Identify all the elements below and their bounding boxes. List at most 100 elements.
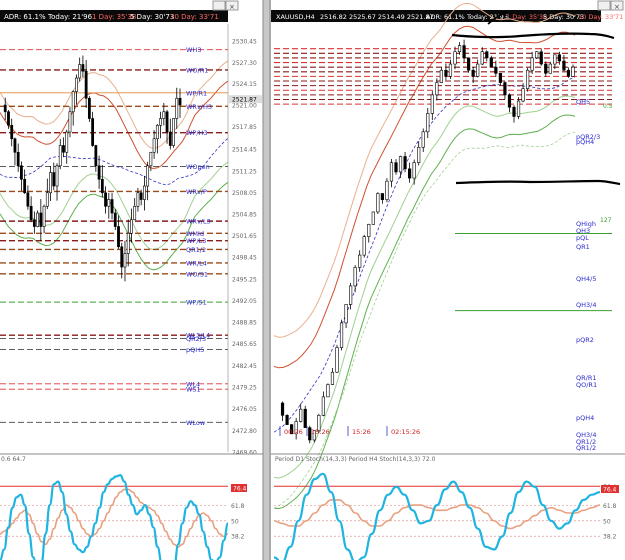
left-candle	[58, 145, 62, 167]
left-candle	[97, 165, 101, 180]
left-restore-button[interactable]	[212, 0, 226, 11]
left-candle	[23, 178, 27, 194]
left-candle	[10, 124, 14, 140]
pivot-label-wlow: WLow	[186, 419, 206, 427]
right-header-adr: ADR: 61.1%	[426, 13, 465, 21]
pivot-label-wo-r1: WO/R1	[186, 66, 208, 74]
pivot-label-wp-h3: WP/H3	[186, 129, 208, 137]
right-time-marker-label: 02:15:26	[391, 428, 420, 436]
left-indicator-label: 0.6 64.7	[1, 456, 26, 463]
right-candle	[321, 396, 325, 416]
right-time-marker-label: 15:26	[352, 428, 371, 436]
left-candle	[178, 97, 182, 106]
left-candle	[120, 246, 124, 268]
right-candle	[462, 45, 466, 59]
left-stoch-level-label: 38.2	[231, 534, 245, 541]
right-level-label-127: 127	[600, 217, 612, 224]
right-candle	[530, 57, 534, 71]
right-candle	[367, 223, 371, 237]
right-chart-panel[interactable]: XAUUSD,H4 2516.82 2525.67 2514.49 2521.8…	[271, 0, 625, 560]
left-candle	[49, 172, 52, 194]
right-candle	[403, 156, 407, 170]
right-candle	[489, 57, 493, 68]
right-candle	[330, 371, 335, 385]
pivot-label-wp-r1: WP/R1	[186, 89, 207, 97]
left-candle	[81, 64, 85, 72]
pivot-label-wrv-h3: WRv/H3	[186, 103, 212, 111]
right-candle	[358, 254, 362, 268]
left-candle	[16, 151, 20, 167]
right-candle	[553, 54, 557, 65]
pivot-label-wopen: WOpen	[186, 163, 210, 171]
right-pivot-label-qo-r1: QO/R1	[576, 381, 597, 389]
right-stoch-level-value: 76.4	[603, 487, 617, 494]
right-candle	[453, 51, 457, 65]
left-candle	[168, 131, 172, 146]
right-candle	[349, 285, 353, 305]
right-stoch-level-label: 61.8	[603, 503, 617, 510]
right-candle	[439, 69, 443, 83]
left-header-five-day: 5 Day: 30'73	[130, 13, 174, 21]
right-pivot-label-qh3-4: QH3/4	[576, 301, 596, 309]
right-stoch-level-label: 50	[603, 518, 611, 525]
left-axis-tick: 2501.65	[232, 233, 257, 240]
left-candle	[62, 145, 65, 153]
close-icon: ×	[614, 3, 620, 11]
right-candle	[285, 415, 289, 425]
left-candle	[172, 118, 175, 146]
right-candle	[339, 322, 344, 348]
left-candle	[29, 205, 33, 221]
right-candle	[494, 66, 498, 74]
right-candle	[376, 193, 380, 213]
right-pivot-label-qr1: QR1	[576, 243, 590, 251]
left-candle	[113, 212, 117, 227]
left-axis-tick: 2498.45	[232, 255, 257, 262]
left-candle	[91, 118, 95, 146]
left-axis-tick: 2504.85	[232, 212, 257, 219]
right-candle	[435, 82, 439, 96]
left-axis-tick: 2530.45	[232, 39, 257, 46]
right-time-marker-label: 15:26	[311, 428, 330, 436]
right-pivot-label-qh5: QH5	[576, 98, 590, 106]
left-candle	[42, 205, 46, 227]
right-candle	[516, 100, 521, 117]
left-axis-tick: 2492.05	[232, 298, 257, 305]
left-axis-tick: 2508.05	[232, 190, 257, 197]
left-chart-panel[interactable]: ADR: 61.1% Today: 21'96 1 Day: 35'38 5 D…	[0, 0, 263, 560]
left-stoch-level-label: 61.8	[231, 503, 245, 510]
left-current-price-value: 2521.87	[232, 97, 257, 104]
right-candle	[548, 63, 552, 74]
left-axis-tick: 2517.85	[232, 124, 257, 131]
right-candle	[571, 66, 575, 77]
left-candle	[126, 232, 130, 254]
right-candle	[562, 60, 566, 71]
right-candle	[544, 63, 548, 74]
left-candle	[84, 70, 88, 99]
pivot-label-wh3: WH3	[186, 46, 201, 54]
right-candle	[539, 51, 543, 65]
left-candle	[165, 111, 169, 133]
right-header-symbol: XAUUSD,H4	[276, 13, 315, 21]
left-candle	[175, 97, 179, 119]
right-candle	[371, 211, 375, 225]
right-candle	[448, 63, 453, 77]
left-candle	[3, 104, 7, 113]
pivot-label-wp-l3: WP/L3	[186, 237, 206, 245]
left-candle	[110, 199, 114, 214]
right-candle	[408, 168, 412, 179]
left-candle	[71, 91, 75, 113]
left-axis-tick: 2527.30	[232, 60, 257, 67]
left-axis-tick: 2482.45	[232, 363, 257, 370]
right-restore-button[interactable]	[597, 0, 611, 11]
right-candle	[280, 402, 285, 416]
right-candle	[535, 51, 539, 59]
pivot-label-ws1: WS1	[186, 386, 201, 394]
left-axis-tick: 2476.05	[232, 406, 257, 413]
right-candle	[444, 69, 448, 77]
left-axis-tick: 2485.65	[232, 341, 257, 348]
left-candle	[146, 165, 150, 187]
right-candle	[421, 131, 425, 148]
left-axis-tick: 2488.85	[232, 320, 257, 327]
right-candle	[394, 162, 398, 173]
chart-stage: ADR: 61.1% Today: 21'96 1 Day: 35'38 5 D…	[0, 0, 625, 560]
